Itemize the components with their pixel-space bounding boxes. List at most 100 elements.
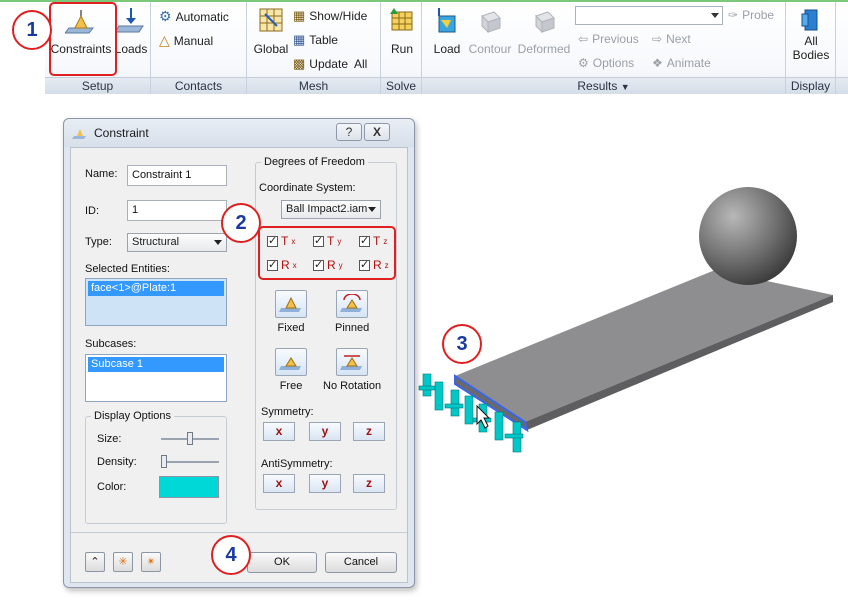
symmetry-y-button[interactable]: y	[309, 422, 341, 441]
group-label-results[interactable]: Results ▼	[422, 77, 785, 94]
ribbon: Constraints Loads Setup ⚙ Automatic △ Ma…	[45, 2, 848, 94]
ok-button[interactable]: OK	[247, 552, 317, 573]
no-rotation-label: No Rotation	[323, 380, 382, 392]
expand-button[interactable]: ⌃	[85, 552, 105, 572]
free-icon-box	[275, 348, 307, 376]
group-label-contacts: Contacts	[151, 77, 246, 94]
previous-button[interactable]: ⇦ Previous	[578, 32, 639, 46]
table-icon: ▦	[293, 32, 306, 47]
table-button[interactable]: ▦ Table	[293, 32, 338, 48]
previous-arrow-icon: ⇦	[578, 32, 589, 46]
run-button[interactable]: Run	[385, 6, 419, 56]
list-item[interactable]: face<1>@Plate:1	[88, 281, 224, 296]
free-icon	[279, 357, 301, 370]
type-select[interactable]: Structural	[127, 233, 227, 252]
type-value: Structural	[132, 236, 180, 248]
size-label: Size:	[97, 433, 122, 445]
run-icon	[390, 8, 413, 31]
id-field[interactable]: 1	[127, 200, 227, 221]
symmetry-label: Symmetry:	[261, 406, 314, 418]
list-item[interactable]: Subcase 1	[88, 357, 224, 372]
probe-icon: ✑	[728, 8, 739, 22]
update-all-button[interactable]: ▩ Update All	[293, 56, 367, 72]
symmetry-z-button[interactable]: z	[353, 422, 385, 441]
model-viewport[interactable]	[415, 160, 848, 480]
pinned-icon-box	[336, 290, 369, 318]
display-options-title: Display Options	[91, 410, 175, 422]
dof-highlight	[258, 226, 396, 280]
callout-3: 3	[442, 324, 482, 364]
size-slider-thumb[interactable]	[187, 432, 193, 445]
ball-body[interactable]	[699, 187, 797, 285]
all-bodies-label-1: All	[804, 34, 818, 48]
size-slider[interactable]	[161, 432, 219, 445]
loads-button[interactable]: Loads	[113, 6, 149, 56]
double-chevron-up-icon: ⌃	[90, 556, 100, 568]
deformed-icon	[535, 11, 555, 34]
fixed-icon-box	[275, 290, 307, 318]
pinned-button[interactable]: Pinned	[335, 290, 369, 334]
update-all-icon: ▩	[293, 56, 306, 71]
cancel-button[interactable]: Cancel	[325, 552, 397, 573]
density-label: Density:	[97, 456, 137, 468]
show-hide-button[interactable]: ▦ Show/Hide	[293, 8, 367, 24]
options-label: Options	[592, 56, 635, 70]
deformed-button[interactable]: Deformed	[516, 6, 572, 56]
constraint-title-icon	[72, 129, 86, 139]
antisymmetry-y-button[interactable]: y	[309, 474, 341, 493]
results-group-title: Results	[577, 79, 618, 93]
ribbon-group-mesh: Global ▦ Show/Hide ▦ Table ▩ Update All …	[247, 2, 381, 94]
automatic-button[interactable]: ⚙ Automatic	[159, 8, 229, 25]
global-label: Global	[253, 42, 289, 56]
id-label: ID:	[85, 205, 100, 217]
global-button[interactable]: Global	[251, 6, 291, 56]
load-results-button[interactable]: Load	[428, 6, 466, 56]
manual-button[interactable]: △ Manual	[159, 32, 213, 49]
options-button[interactable]: ⚙ Options	[578, 56, 634, 70]
close-button[interactable]: X	[364, 123, 390, 141]
antisymmetry-x-button[interactable]: x	[263, 474, 295, 493]
probe-label: Probe	[742, 8, 775, 22]
subcases-label: Subcases:	[85, 338, 137, 350]
fixed-button[interactable]: Fixed	[275, 290, 307, 334]
plate-top-face[interactable]	[455, 270, 833, 422]
free-button[interactable]: Free	[275, 348, 307, 392]
subcases-list[interactable]: Subcase 1	[85, 354, 227, 402]
dof-title: Degrees of Freedom	[261, 156, 368, 168]
fixed-icon	[279, 296, 301, 312]
group-label-setup: Setup	[45, 77, 150, 94]
results-dropdown-icon: ▼	[620, 82, 630, 92]
symmetry-x-button[interactable]: x	[263, 422, 295, 441]
results-select[interactable]	[575, 6, 723, 25]
name-field[interactable]: Constraint 1	[127, 165, 227, 186]
coord-system-label: Coordinate System:	[259, 182, 356, 194]
all-bodies-button[interactable]: All Bodies	[790, 6, 832, 62]
ribbon-group-results: Load Contour Deformed ✑ Probe ⇦ Previous…	[422, 2, 786, 94]
probe-button[interactable]: ✑ Probe	[728, 8, 774, 22]
dialog-title: Constraint	[94, 126, 149, 140]
ribbon-group-contacts: ⚙ Automatic △ Manual Contacts	[151, 2, 247, 94]
orange-star-grid-button[interactable]: ✴	[141, 552, 161, 572]
orange-star-button[interactable]: ✳	[113, 552, 133, 572]
animate-button[interactable]: ❖ Animate	[652, 56, 711, 70]
density-slider[interactable]	[161, 455, 219, 468]
next-arrow-icon: ⇨	[652, 32, 663, 46]
antisymmetry-z-button[interactable]: z	[353, 474, 385, 493]
help-button[interactable]: ?	[336, 123, 362, 141]
density-slider-thumb[interactable]	[161, 455, 167, 468]
animate-icon: ❖	[652, 56, 663, 70]
no-rotation-button[interactable]: No Rotation	[323, 348, 381, 392]
automatic-label: Automatic	[175, 9, 229, 24]
ribbon-group-solve: Run Solve	[381, 2, 422, 94]
callout-1: 1	[12, 10, 52, 50]
color-label: Color:	[97, 481, 127, 493]
contour-button[interactable]: Contour	[466, 6, 514, 56]
chevron-down-icon	[368, 207, 376, 212]
all-bodies-label-2: Bodies	[792, 48, 830, 62]
coord-system-select[interactable]: Ball Impact2.iam	[281, 200, 381, 219]
ribbon-group-overflow	[836, 2, 848, 94]
next-button[interactable]: ⇨ Next	[652, 32, 691, 46]
color-swatch[interactable]	[159, 476, 219, 498]
selected-entities-list[interactable]: face<1>@Plate:1	[85, 278, 227, 326]
ribbon-group-display: All Bodies Display	[786, 2, 836, 94]
